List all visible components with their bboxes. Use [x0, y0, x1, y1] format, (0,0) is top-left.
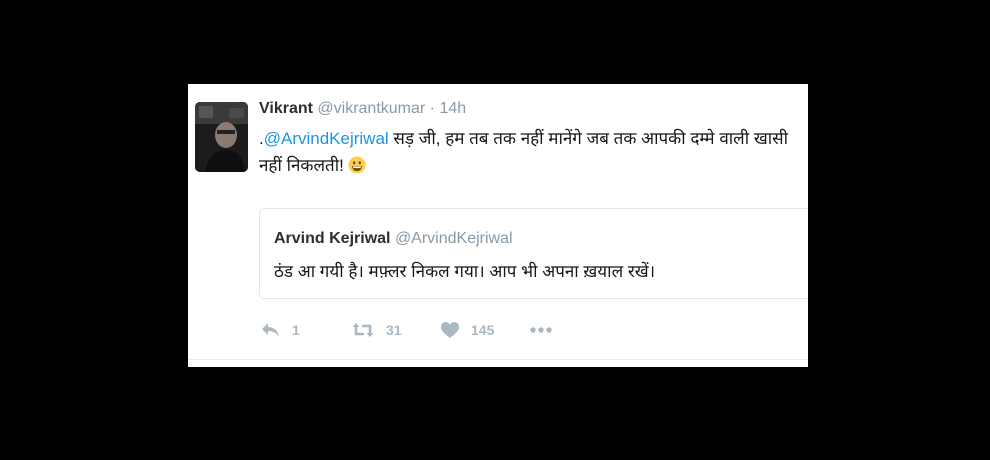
retweet-button[interactable]: 31 [352, 316, 402, 344]
author-name[interactable]: Vikrant [259, 100, 313, 117]
quoted-author-handle: @ArvindKejriwal [394, 230, 513, 247]
heart-icon [441, 322, 459, 338]
retweet-icon [352, 323, 374, 337]
quoted-tweet[interactable]: Arvind Kejriwal @ArvindKejriwal ठंड आ गय… [259, 208, 808, 299]
author-handle[interactable]: @vikrantkumar [317, 100, 425, 117]
retweet-count: 31 [386, 322, 402, 338]
quoted-author-name: Arvind Kejriwal [274, 230, 391, 247]
avatar-photo-icon [195, 102, 248, 172]
tweet-text: .@ArvindKejriwal सड़ जी, हम तब तक नहीं म… [259, 125, 804, 179]
tweet-card[interactable]: Vikrant @vikrantkumar · 14h .@ArvindKejr… [188, 84, 808, 367]
like-button[interactable]: 145 [441, 316, 494, 344]
tweet-header: Vikrant @vikrantkumar · 14h [259, 100, 466, 118]
more-dots-icon [530, 327, 552, 333]
more-button[interactable] [530, 316, 564, 344]
divider [188, 359, 808, 360]
quoted-tweet-header: Arvind Kejriwal @ArvindKejriwal [274, 230, 513, 248]
reply-button[interactable]: 1 [261, 316, 300, 344]
like-count: 145 [471, 322, 495, 338]
tweet-timestamp[interactable]: 14h [439, 100, 466, 117]
avatar[interactable] [195, 102, 248, 172]
grinning-face-emoji-icon [348, 156, 366, 174]
meta-separator: · [425, 100, 440, 117]
quoted-tweet-text: ठंड आ गयी है। मफ़्लर निकल गया। आप भी अपन… [274, 262, 656, 281]
reply-count: 1 [292, 322, 300, 338]
reply-icon [262, 323, 279, 337]
mention-link[interactable]: @ArvindKejriwal [264, 129, 389, 148]
